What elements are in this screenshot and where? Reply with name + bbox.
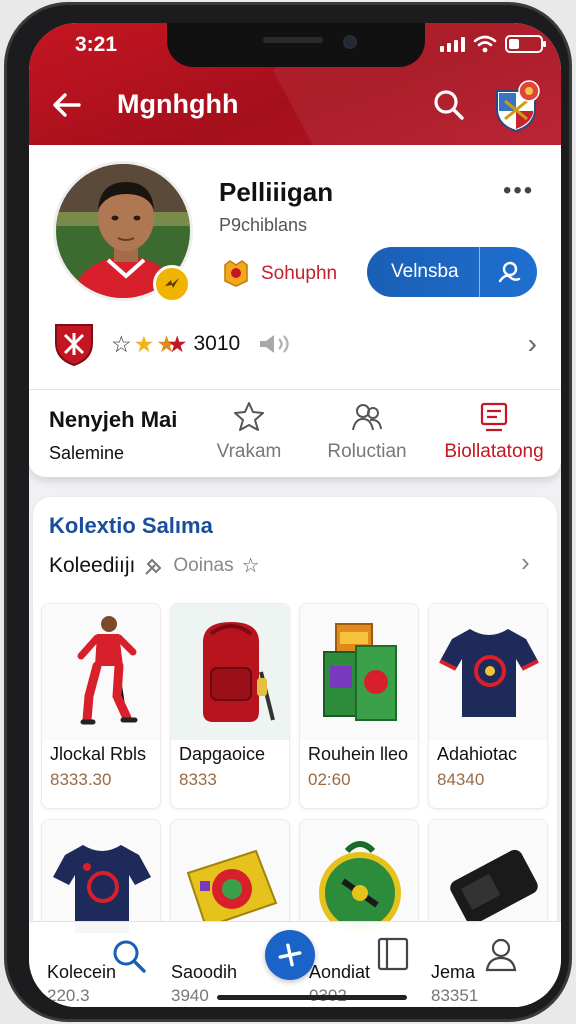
product-card[interactable]: Jlockal Rbls 8333.30 [41,603,161,809]
card-packs-image [300,604,418,740]
battery-icon [505,35,546,53]
wifi-icon [473,35,497,53]
more-options-button[interactable]: ••• [503,177,534,205]
verified-badge-icon [153,265,191,303]
status-icons [440,35,546,53]
player-figure-image [42,604,160,740]
jersey-image [429,604,547,740]
divider [29,389,561,390]
users-icon [297,397,437,437]
member-button[interactable]: Velnsba [367,247,537,297]
profile-name: Pelliiigan [219,177,334,207]
star-outline-icon[interactable]: ☆ [242,553,260,578]
tag-icon [145,558,162,575]
product-name: Jlockal Rbls [50,744,147,764]
rating-row[interactable]: ☆ ★ ★ ★ 3010 › [53,321,537,367]
tab-label: Vrakam [216,441,282,462]
collection-subtitle: Koleediıjı [49,553,136,577]
product-price: 84340 [437,770,485,789]
product-card[interactable]: Dapgaoice 8333 [170,603,290,809]
status-time: 3:21 [75,33,118,56]
shield-icon [55,324,93,367]
rating-value: 3010 [193,332,241,355]
backpack-image [171,604,289,740]
product-name: Adahiotac [437,744,518,764]
search-icon[interactable] [431,87,467,123]
nav-item-jema[interactable]: Jema 83351 [413,922,561,1007]
page-title: Mgnhghh [117,89,239,119]
tab-label: Biollatatong [444,441,544,462]
tab-main-title[interactable]: Nenyjeh Mai [49,407,177,433]
tab-main-subtitle[interactable]: Salemine [49,443,124,464]
chevron-right-icon[interactable]: › [521,547,530,578]
speaker-icon [260,335,289,353]
user-icon [485,938,517,972]
collection-subtitle-muted: Ooinas [173,554,234,576]
app-screen: 3:21 Mgnhghh Pelliiigan P9chiblans ••• S… [29,23,561,1007]
product-price: 8333 [179,770,217,789]
product-name: Rouhein lleo [308,744,409,764]
tab-vrakam[interactable]: Vrakam [189,397,309,473]
product-name: Dapgaoice [179,744,266,764]
member-button-label: Velnsba [391,261,459,282]
profile-tabs: Nenyjeh Mai Salemine Vrakam Roluctian Bi… [29,397,561,473]
camera-notch [167,23,425,67]
level-badge-icon [224,260,248,287]
nav-sublabel: 83351 [431,986,479,1005]
product-price: 02:60 [308,770,351,789]
book-icon [377,937,409,971]
tab-biollatatong[interactable]: Biollatatong [427,397,561,473]
nav-label: Jema [431,962,476,982]
back-arrow-icon[interactable] [49,87,85,123]
nav-label: Aondiat [309,962,371,982]
product-price: 8333.30 [50,770,112,789]
nav-label: Saoodih [171,962,238,982]
nav-sublabel: 3940 [171,986,209,1005]
signal-icon [440,36,465,52]
nav-item-kolecein[interactable]: Kolecein 220.3 [29,922,159,1007]
profile-subtitle: P9chiblans [219,215,308,235]
collection-filter[interactable]: Koleediıjı Ooinas ☆ [49,553,260,578]
star-rating: ☆ ★ ★ ★ [111,330,188,357]
user-link-icon [480,259,537,285]
collection-title: Kolextio Salıma [49,513,213,538]
home-indicator[interactable] [217,995,407,1000]
tab-label: Roluctian [327,441,407,462]
club-crest-icon[interactable] [491,79,541,133]
chevron-right-icon: › [527,328,537,359]
product-card[interactable]: Rouhein lleo 02:60 [299,603,419,809]
profile-card: Pelliiigan P9chiblans ••• Sohuphn Velnsb… [29,145,561,477]
nav-label: Kolecein [47,962,117,982]
product-card[interactable]: Adahiotac 84340 [428,603,548,809]
star-outline-icon [189,397,309,437]
phone-frame: 3:21 Mgnhghh Pelliiigan P9chiblans ••• S… [4,2,572,1022]
nav-sublabel: 220.3 [47,986,90,1005]
list-board-icon [427,397,561,437]
level-label: Sohuphn [261,263,338,284]
tab-roluctian[interactable]: Roluctian [297,397,437,473]
